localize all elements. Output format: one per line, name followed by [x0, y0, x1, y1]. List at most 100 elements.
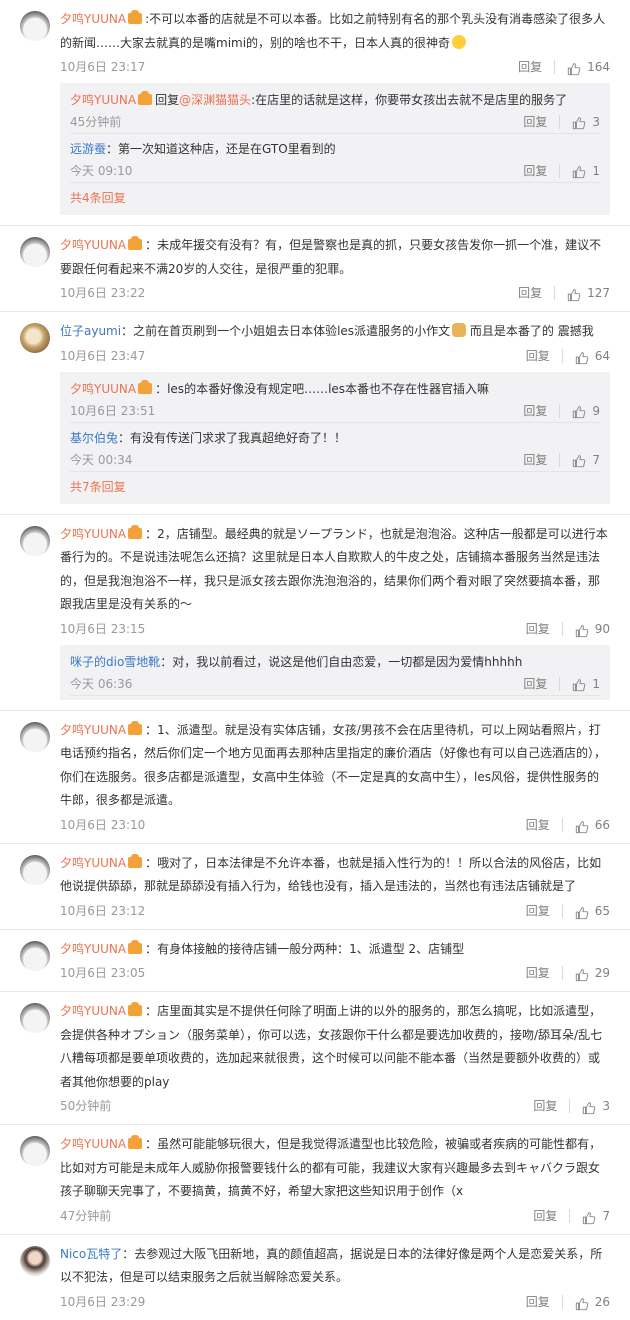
reply-button[interactable]: 回复 [518, 281, 542, 305]
username-link[interactable]: 夕鸣YUUNA [60, 942, 126, 956]
like-button[interactable]: 127 [567, 281, 610, 305]
username-link[interactable]: 夕鸣YUUNA [60, 856, 126, 870]
like-button[interactable]: 7 [572, 449, 600, 471]
username-link[interactable]: 基尔伯兔 [70, 431, 118, 445]
reply-button[interactable]: 回复 [523, 111, 547, 133]
thumbs-up-icon[interactable] [575, 904, 589, 919]
reply-button[interactable]: 回复 [533, 1094, 557, 1118]
comment-text: 夕鸣YUUNA ：未成年援交有没有？有，但是警察也是真的抓，只要女孩告发你一抓一个… [60, 234, 610, 281]
avatar[interactable] [20, 237, 50, 267]
divider [554, 60, 556, 74]
username-link[interactable]: 夕鸣YUUNA [70, 382, 136, 396]
reply-button[interactable]: 回复 [518, 55, 542, 79]
comment-body: ：有没有传送门求求了我真超绝好奇了！！ [118, 430, 347, 445]
like-button[interactable]: 29 [575, 961, 610, 985]
more-replies-link[interactable]: 共4条回复 [70, 183, 600, 211]
comment-meta: 10月6日 23:17 回复 164 [60, 55, 610, 79]
avatar[interactable] [20, 854, 50, 885]
comment-actions: 回复 7 [533, 1204, 610, 1228]
username-link[interactable]: 夕鸣YUUNA [60, 238, 126, 252]
reply-button[interactable]: 回复 [523, 673, 547, 695]
reply-button[interactable]: 回复 [526, 961, 550, 985]
username-link[interactable]: 夕鸣YUUNA [60, 1137, 126, 1151]
comment-body: ：有身体接触的接待店铺一般分两种：1、派遣型 2、店铺型 [145, 941, 465, 956]
comment-text: 位子ayumi：之前在首页刷到一个小姐姐去日本体验les派遣服务的小作文 而且是… [60, 320, 610, 344]
like-button[interactable]: 66 [575, 813, 610, 837]
thumbs-up-icon[interactable] [572, 404, 586, 418]
smile-emoji-icon [452, 34, 467, 49]
avatar[interactable] [20, 721, 50, 752]
vip-crown-icon [128, 10, 143, 24]
thumbs-up-icon[interactable] [575, 1295, 589, 1310]
username-link[interactable]: 夕鸣YUUNA [70, 93, 136, 107]
username-link[interactable]: 夕鸣YUUNA [60, 723, 126, 737]
avatar[interactable] [20, 525, 50, 556]
username-link[interactable]: Nico瓦特了 [60, 1247, 122, 1261]
comment-text: 夕鸣YUUNA:不可以本番的店就是不可以本番。比如之前特别有名的那个乳头没有消毒… [60, 8, 610, 55]
like-button[interactable]: 1 [572, 160, 600, 182]
reply-button[interactable]: 回复 [526, 899, 550, 923]
timestamp: 10月6日 23:51 [70, 403, 156, 418]
comment-item: 夕鸣YUUNA ：未成年援交有没有？有，但是警察也是真的抓，只要女孩告发你一抓一个… [0, 225, 630, 311]
like-button[interactable]: 3 [582, 1094, 610, 1118]
reply-button[interactable]: 回复 [523, 160, 547, 182]
thumbs-up-icon[interactable] [572, 453, 586, 467]
comment-meta: 10月6日 23:22 回复 127 [60, 281, 610, 305]
thumbs-up-icon[interactable] [575, 966, 589, 982]
like-button[interactable]: 90 [575, 617, 610, 641]
reply-button[interactable]: 回复 [526, 617, 550, 641]
like-count: 7 [602, 1208, 610, 1223]
like-button[interactable]: 7 [582, 1204, 610, 1228]
comment-item: 夕鸣YUUNA ：哦对了，日本法律是不允许本番，也就是插入性行为的！！所以合法的风… [0, 842, 630, 929]
reply-button[interactable]: 回复 [533, 1204, 557, 1228]
mention-link[interactable]: @深渊猫猫头 [179, 93, 251, 107]
comment-actions: 回复 90 [526, 617, 610, 641]
reply-button[interactable]: 回复 [523, 449, 547, 471]
like-button[interactable]: 65 [575, 899, 610, 923]
thumbs-up-icon[interactable] [567, 286, 581, 302]
thumbs-up-icon[interactable] [575, 818, 589, 833]
username-link[interactable]: 远游蚕 [70, 142, 106, 156]
divider [569, 1208, 571, 1223]
thumbs-up-icon[interactable] [575, 349, 589, 364]
avatar[interactable] [20, 1003, 50, 1033]
thumbs-up-icon[interactable] [575, 622, 589, 637]
avatar[interactable] [20, 11, 50, 41]
like-count: 1 [592, 164, 600, 178]
avatar[interactable] [20, 940, 50, 971]
like-button[interactable]: 9 [572, 400, 600, 422]
thumbs-up-icon[interactable] [582, 1099, 596, 1115]
vip-crown-icon [128, 853, 143, 868]
reply-button[interactable]: 回复 [523, 400, 547, 422]
thumbs-up-icon[interactable] [582, 1209, 596, 1224]
reply-button[interactable]: 回复 [526, 1290, 550, 1314]
thumbs-up-icon[interactable] [572, 115, 586, 130]
like-button[interactable]: 26 [575, 1290, 610, 1314]
username-link[interactable]: 咪子的dio雪地靴 [70, 655, 160, 669]
reply-list: 咪子的dio雪地靴：对，我以前看过，说这是他们自由恋爱，一切都是因为爱情hhhh… [60, 644, 610, 700]
username-link[interactable]: 夕鸣YUUNA [60, 527, 126, 541]
like-button[interactable]: 64 [575, 344, 610, 368]
avatar[interactable] [20, 323, 50, 353]
like-count: 64 [594, 348, 610, 363]
timestamp: 10月6日 23:29 [60, 1294, 146, 1309]
username-link[interactable]: 位子ayumi [60, 324, 121, 338]
thumbs-up-icon[interactable] [567, 60, 581, 76]
avatar[interactable] [20, 1136, 50, 1166]
reply-button[interactable]: 回复 [526, 344, 550, 368]
username-link[interactable]: 夕鸣YUUNA [60, 1004, 126, 1018]
like-button[interactable]: 164 [567, 55, 610, 79]
thumbs-up-icon[interactable] [572, 164, 586, 179]
avatar[interactable] [20, 1245, 50, 1276]
comment-meta: 今天 06:36 回复 1 [70, 673, 600, 695]
thumbs-up-icon[interactable] [572, 677, 586, 691]
divider [561, 817, 563, 832]
like-button[interactable]: 3 [572, 111, 600, 133]
username-link[interactable]: 夕鸣YUUNA [60, 12, 126, 26]
more-replies-link[interactable]: 共7条回复 [70, 472, 600, 500]
comment-meta: 47分钟前 回复 7 [60, 1204, 610, 1228]
reply-button[interactable]: 回复 [526, 813, 550, 837]
reply-item: 夕鸣YUUNA 回复 @深渊猫猫头:在店里的话就是这样，你要带女孩出去就不是店里的服… [70, 85, 600, 134]
like-count: 164 [587, 60, 610, 74]
like-button[interactable]: 1 [572, 673, 600, 695]
